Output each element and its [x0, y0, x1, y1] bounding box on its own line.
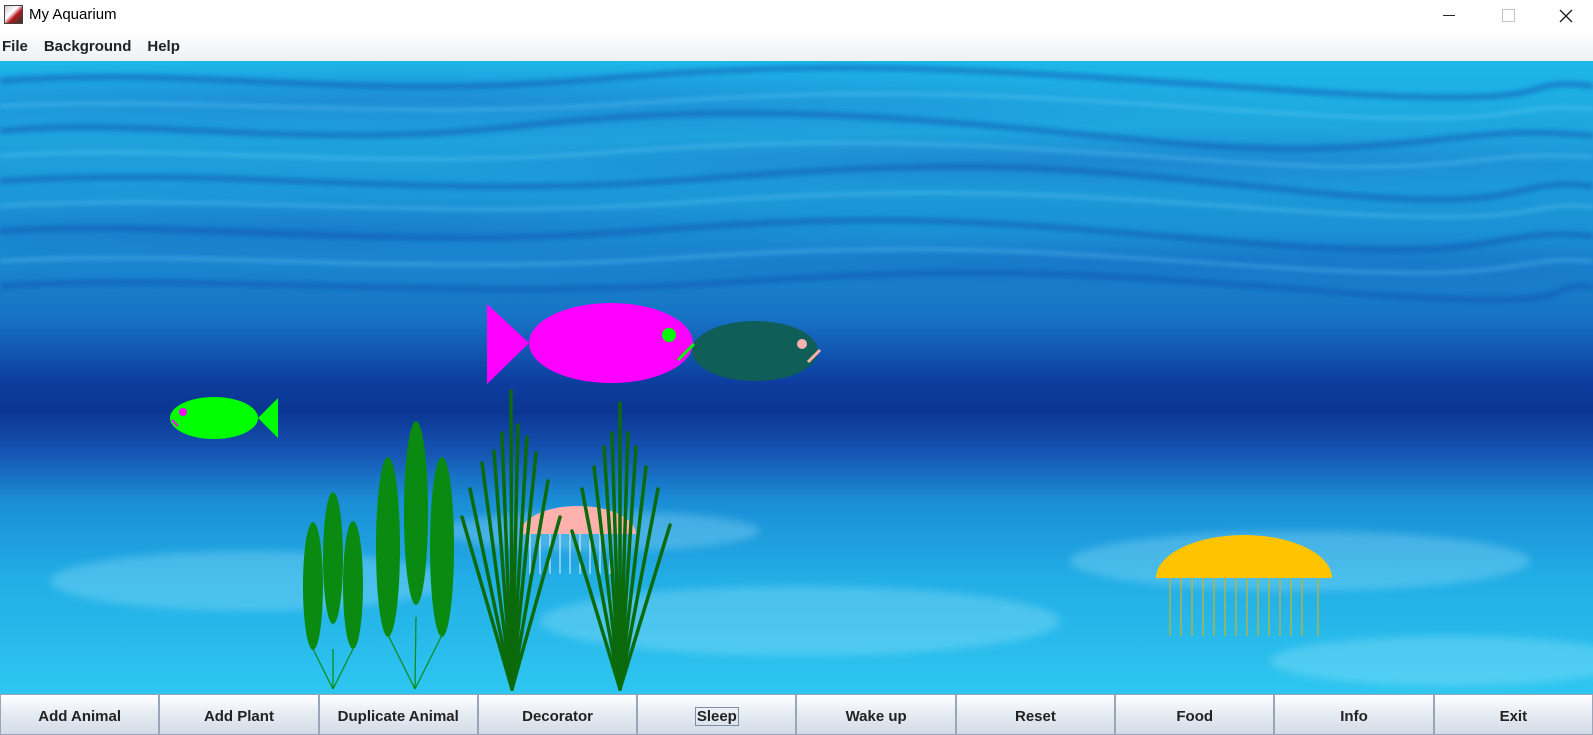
water-ripples	[0, 64, 1593, 303]
fish-magenta	[487, 303, 696, 384]
sleep-button[interactable]: Sleep	[637, 694, 797, 735]
maximize-icon	[1501, 9, 1515, 22]
reset-button[interactable]: Reset	[955, 694, 1116, 735]
food-label: Food	[1176, 708, 1214, 725]
wake-up-button[interactable]: Wake up	[796, 694, 956, 735]
minimize-button[interactable]	[1420, 0, 1478, 31]
sleep-label: Sleep	[694, 707, 739, 726]
exit-button[interactable]: Exit	[1433, 694, 1593, 735]
add-plant-button[interactable]: Add Plant	[159, 694, 319, 735]
title-bar: My Aquarium	[0, 0, 1593, 31]
decorator-label: Decorator	[522, 708, 593, 725]
add-animal-label: Add Animal	[38, 708, 122, 725]
control-button-bar: Add Animal Add Plant Duplicate Animal De…	[0, 694, 1593, 735]
close-icon	[1559, 9, 1573, 22]
decorator-button[interactable]: Decorator	[477, 694, 638, 735]
food-button[interactable]: Food	[1115, 694, 1275, 735]
leafy-plant-2	[376, 421, 454, 690]
java-app-icon	[4, 5, 23, 24]
leafy-plant-1	[303, 492, 363, 690]
wake-up-label: Wake up	[845, 708, 907, 725]
menu-file[interactable]: File	[0, 38, 36, 55]
window-title: My Aquarium	[29, 6, 117, 23]
add-plant-label: Add Plant	[203, 708, 274, 725]
duplicate-animal-label: Duplicate Animal	[337, 708, 459, 725]
reset-label: Reset	[1015, 708, 1056, 725]
menu-bar: File Background Help	[0, 31, 1593, 61]
info-button[interactable]: Info	[1274, 694, 1434, 735]
aquarium-window: My Aquarium File Background Help Add Ani…	[0, 0, 1593, 735]
floor-light	[50, 511, 1593, 686]
aquarium-scene	[0, 64, 1593, 691]
minimize-icon	[1443, 15, 1455, 16]
water-highlights	[0, 92, 1593, 275]
add-animal-button[interactable]: Add Animal	[0, 694, 160, 735]
exit-label: Exit	[1499, 708, 1528, 725]
menu-background[interactable]: Background	[36, 38, 140, 55]
info-label: Info	[1340, 708, 1368, 725]
close-button[interactable]	[1537, 0, 1593, 31]
maximize-button[interactable]	[1479, 0, 1537, 31]
menu-help[interactable]: Help	[139, 38, 188, 55]
fish-dark-teal	[692, 321, 822, 381]
duplicate-animal-button[interactable]: Duplicate Animal	[318, 694, 478, 735]
fish-green	[170, 397, 278, 439]
aquarium-panel	[0, 61, 1593, 694]
